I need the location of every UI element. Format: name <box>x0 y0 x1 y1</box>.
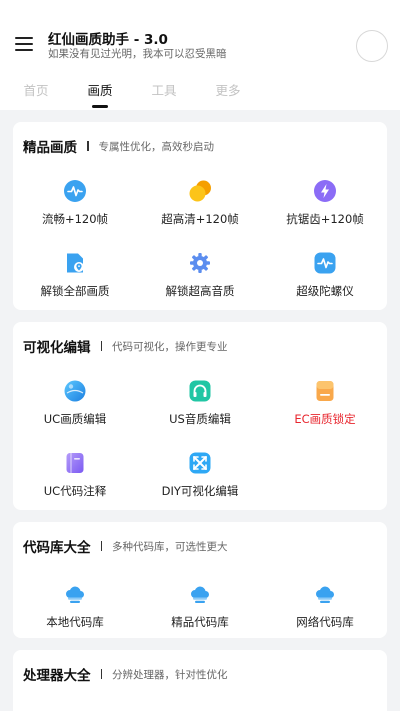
tab-home[interactable]: 首页 <box>6 80 66 99</box>
cloud-icon <box>316 586 334 603</box>
pulse-icon <box>314 252 336 274</box>
item-smooth-120fps[interactable]: 流畅+120帧 <box>13 180 137 227</box>
item-antialias-120fps[interactable]: 抗锯齿+120帧 <box>263 180 387 227</box>
item-ultra-hd-120fps[interactable]: 超高清+120帧 <box>138 180 262 227</box>
section-desc: 分辨处理器，针对性优化 <box>112 668 228 681</box>
double-circle-icon <box>189 180 211 202</box>
file-location-icon <box>67 253 84 273</box>
section-title: 代码库大全 <box>23 540 91 556</box>
item-diy-visual-editor[interactable]: DIY可视化编辑 <box>138 452 262 499</box>
tab-bar: 首页 画质 工具 更多 <box>0 80 400 110</box>
cloud-icon <box>191 586 209 603</box>
item-network-code-library[interactable]: 网络代码库 <box>263 583 387 630</box>
section-desc: 多种代码库，可选性更大 <box>112 540 228 553</box>
gear-icon <box>190 253 210 273</box>
app-header: 红仙画质助手 - 3.0 如果没有见过光明，我本可以忍受黑暗 首页 画质 工具 … <box>0 0 400 110</box>
section-visual-editor: 可视化编辑 代码可视化，操作更专业 UC画质编辑 US音质编辑 EC画质锁定 U… <box>13 322 387 510</box>
section-desc: 专属性优化，高效秒启动 <box>98 140 215 153</box>
section-processor-library: 处理器大全 分辨处理器，针对性优化 <box>13 650 387 711</box>
tab-tools[interactable]: 工具 <box>134 80 194 99</box>
item-premium-code-library[interactable]: 精品代码库 <box>138 583 262 630</box>
app-subtitle: 如果没有见过光明，我本可以忍受黑暗 <box>48 48 227 60</box>
section-title: 精品画质 <box>23 140 77 156</box>
section-title: 处理器大全 <box>23 668 91 684</box>
sphere-icon <box>64 380 86 402</box>
section-desc: 代码可视化，操作更专业 <box>112 340 228 353</box>
item-unlock-all-quality[interactable]: 解锁全部画质 <box>13 252 137 299</box>
item-unlock-hifi-audio[interactable]: 解锁超高音质 <box>138 252 262 299</box>
item-uc-code-comments[interactable]: UC代码注释 <box>13 452 137 499</box>
expand-icon <box>189 452 211 474</box>
section-title: 可视化编辑 <box>23 340 91 356</box>
hamburger-menu-icon[interactable] <box>15 34 35 54</box>
section-code-library: 代码库大全 多种代码库，可选性更大 本地代码库 精品代码库 网络代码库 <box>13 522 387 638</box>
item-us-audio-editor[interactable]: US音质编辑 <box>138 380 262 427</box>
note-icon <box>316 381 334 401</box>
headset-icon <box>189 380 211 402</box>
cloud-icon <box>66 586 84 603</box>
item-uc-quality-editor[interactable]: UC画质编辑 <box>13 380 137 427</box>
tab-more[interactable]: 更多 <box>198 80 258 99</box>
book-icon <box>66 453 84 473</box>
item-super-gyroscope[interactable]: 超级陀螺仪 <box>263 252 387 299</box>
tab-active-indicator <box>92 105 108 108</box>
tab-quality[interactable]: 画质 <box>70 80 130 99</box>
item-ec-quality-lock[interactable]: EC画质锁定 <box>263 380 387 427</box>
avatar[interactable] <box>356 30 388 62</box>
section-premium-quality: 精品画质 专属性优化，高效秒启动 流畅+120帧 超高清+120帧 抗锯齿+12… <box>13 122 387 310</box>
pulse-icon <box>64 180 86 202</box>
app-title: 红仙画质助手 - 3.0 <box>48 32 168 48</box>
item-local-code-library[interactable]: 本地代码库 <box>13 583 137 630</box>
lightning-icon <box>314 180 336 202</box>
